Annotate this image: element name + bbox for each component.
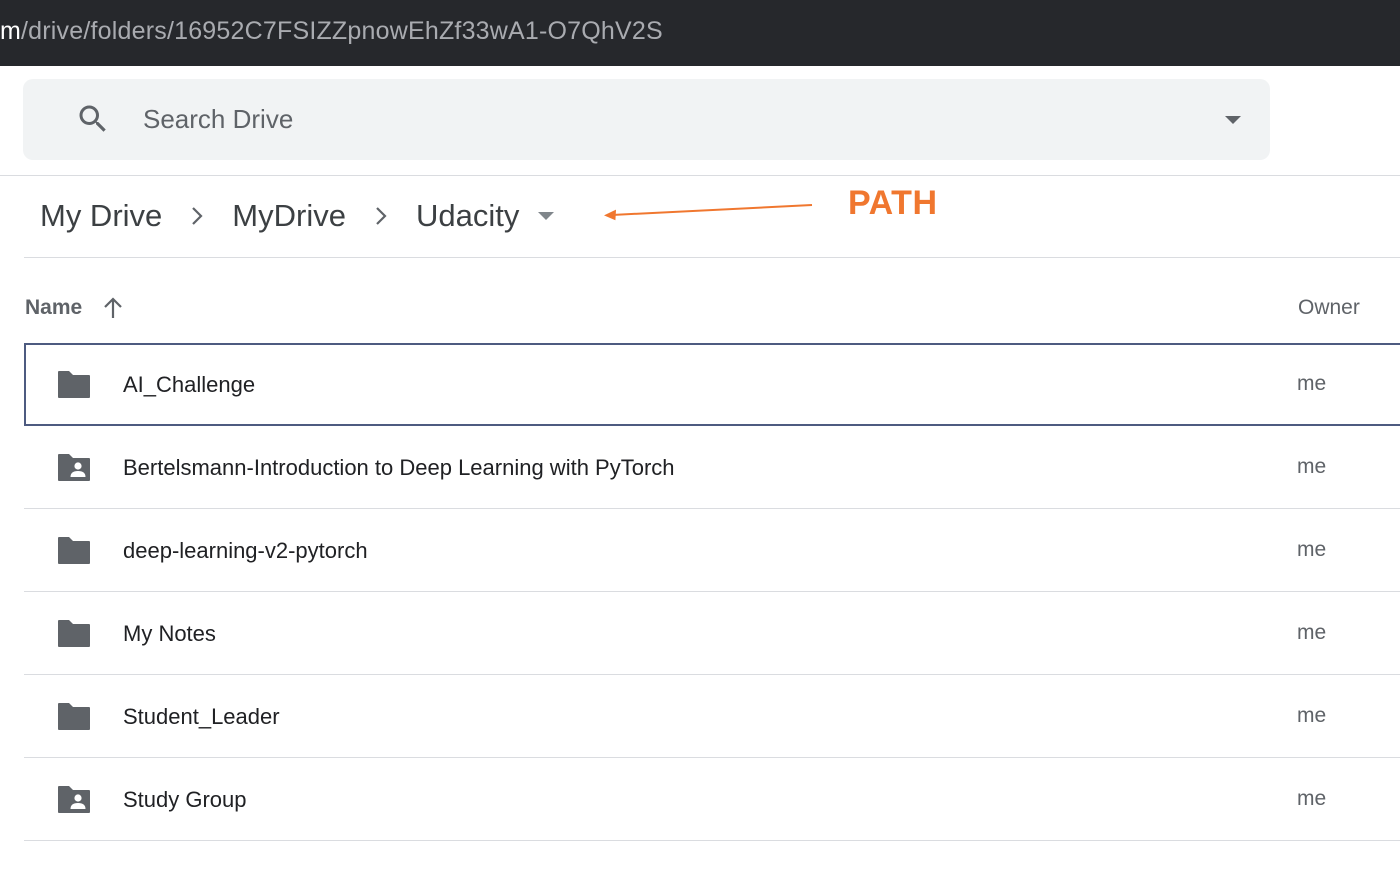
file-name: Bertelsmann-Introduction to Deep Learnin… <box>123 455 675 480</box>
file-owner: me <box>1297 621 1327 644</box>
file-owner: me <box>1297 704 1327 727</box>
file-row[interactable]: Bertelsmann-Introduction to Deep Learnin… <box>24 426 1400 509</box>
caret-down-icon[interactable] <box>537 211 555 221</box>
file-list: AI_Challenge me Bertelsmann-Introduction… <box>24 343 1400 841</box>
file-name: Student_Leader <box>123 704 280 729</box>
column-header-name-label: Name <box>25 296 83 319</box>
search-options-button[interactable] <box>1216 103 1250 137</box>
url-host: m <box>0 17 22 45</box>
breadcrumb-item-mydrive[interactable]: MyDrive <box>232 198 346 234</box>
file-name: AI_Challenge <box>123 372 256 397</box>
file-row[interactable]: My Notes me <box>24 592 1400 675</box>
annotation-label: PATH <box>848 184 938 222</box>
folder-icon <box>58 371 90 398</box>
file-owner: me <box>1297 787 1327 810</box>
folder-icon <box>58 620 90 647</box>
divider <box>24 257 1400 258</box>
breadcrumb: My Drive MyDrive Udacity <box>40 196 555 236</box>
url-path: /drive/folders/16952C7FSIZZpnowEhZf33wA1… <box>21 17 663 45</box>
file-name: deep-learning-v2-pytorch <box>123 538 368 563</box>
file-row[interactable]: AI_Challenge me <box>24 343 1400 426</box>
chevron-right-icon <box>346 205 416 227</box>
search-icon[interactable] <box>75 101 111 137</box>
arrow-up-icon[interactable] <box>102 296 124 320</box>
caret-down-icon <box>1225 116 1241 124</box>
browser-url-bar[interactable]: m/drive/folders/16952C7FSIZZpnowEhZf33wA… <box>0 0 1400 66</box>
file-owner: me <box>1297 455 1327 478</box>
annotation-arrow <box>604 204 813 221</box>
shared-folder-icon <box>58 786 90 813</box>
column-header-name[interactable]: Name <box>25 296 124 320</box>
column-header-owner[interactable]: Owner <box>1298 296 1360 320</box>
search-input[interactable] <box>143 99 1043 139</box>
breadcrumb-item-my-drive[interactable]: My Drive <box>40 198 162 234</box>
shared-folder-icon <box>58 454 90 481</box>
search-bar[interactable] <box>23 79 1270 160</box>
file-row[interactable]: deep-learning-v2-pytorch me <box>24 509 1400 592</box>
file-row[interactable]: Study Group me <box>24 758 1400 841</box>
file-name: Study Group <box>123 787 247 812</box>
file-name: My Notes <box>123 621 216 646</box>
chevron-right-icon <box>162 205 232 227</box>
folder-icon <box>58 537 90 564</box>
url-text[interactable]: m/drive/folders/16952C7FSIZZpnowEhZf33wA… <box>0 17 663 46</box>
file-owner: me <box>1297 372 1327 395</box>
file-row[interactable]: Student_Leader me <box>24 675 1400 758</box>
divider <box>0 175 1400 176</box>
breadcrumb-item-udacity[interactable]: Udacity <box>416 198 519 234</box>
file-owner: me <box>1297 538 1327 561</box>
folder-icon <box>58 703 90 730</box>
